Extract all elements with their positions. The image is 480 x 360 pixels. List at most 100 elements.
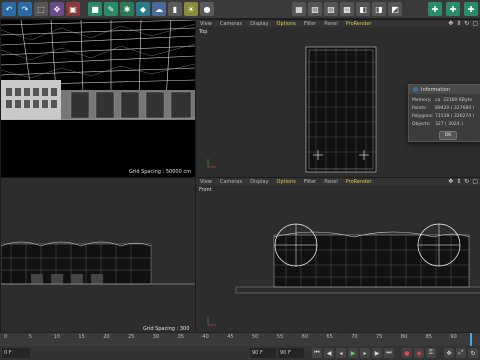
menu-options[interactable]: Options	[277, 179, 296, 185]
timeline-tick: 50	[252, 334, 259, 340]
keyframe-selection-icon[interactable]: ⚿	[426, 348, 436, 358]
layout-icon-1[interactable]: ▦	[292, 2, 306, 16]
timeline-tick: 25	[128, 334, 135, 340]
menu-cameras[interactable]: Cameras	[220, 179, 242, 185]
timeline-tick: 0	[4, 334, 8, 340]
environment-icon[interactable]: ☁	[152, 2, 166, 16]
position-key-icon[interactable]: ✥	[444, 348, 454, 358]
ok-button[interactable]: OK	[439, 131, 457, 140]
memory-value: ca. 22160 KByte	[435, 98, 473, 103]
menu-panel[interactable]: Panel	[324, 21, 338, 27]
pen-icon[interactable]: ✎	[104, 2, 118, 16]
deformer-icon[interactable]: ◆	[136, 2, 150, 16]
viewport-menu: View Cameras Display Options Filter Pane…	[196, 178, 480, 185]
timeline-tick: 45	[227, 334, 234, 340]
grid-spacing-label: Grid Spacing : 50000 cm	[129, 169, 191, 175]
next-frame-icon[interactable]: ▸	[360, 348, 370, 358]
zoom-icon[interactable]: ⇕	[456, 20, 461, 27]
hangar-front-elevation	[207, 223, 480, 326]
menu-display[interactable]: Display	[250, 179, 268, 185]
axis-icon[interactable]: ✚	[464, 2, 478, 16]
move-icon[interactable]: ✥	[50, 2, 64, 16]
timeline-tick: 65	[326, 334, 333, 340]
cube-icon[interactable]: ■	[88, 2, 102, 16]
layout-icon-2[interactable]: ▧	[308, 2, 322, 16]
layout-icon-4[interactable]: ▩	[340, 2, 354, 16]
camera-icon[interactable]: ▮	[168, 2, 182, 16]
objects-value: 327 ( 3024 )	[435, 122, 463, 127]
end-frame-field[interactable]: 90 F	[250, 348, 276, 358]
timeline-tick: 80	[400, 334, 408, 340]
main-toolbar: ↶ ↷ ⬚ ✥ ▣ ■ ✎ ✱ ◆ ☁ ▮ ☀ ● ▦ ▧ ▨ ▩ ◧ ◨ ◩ …	[0, 0, 480, 19]
pan-icon[interactable]: ✥	[448, 178, 453, 185]
generator-icon[interactable]: ✱	[120, 2, 134, 16]
objects-label: Objects:	[412, 122, 431, 127]
scale-icon[interactable]: ▣	[66, 2, 80, 16]
menu-filter[interactable]: Filter	[304, 179, 316, 185]
timeline-tick: 90	[450, 334, 457, 340]
layout-icon-3[interactable]: ▨	[324, 2, 338, 16]
menu-options[interactable]: Options	[277, 21, 296, 27]
play-icon[interactable]: ▶	[348, 348, 358, 358]
timeline-ruler[interactable]: 0 5 10 15 20 25 30 35 40 45 50 55 60 65 70 75 80 85 90	[0, 332, 480, 347]
dialog-titlebar[interactable]: Information	[409, 85, 480, 94]
rotate-icon[interactable]: ↻	[464, 20, 469, 27]
timeline-tick: 55	[276, 334, 284, 340]
maximize-icon[interactable]: ▢	[472, 178, 478, 185]
start-frame-field[interactable]: 0 F	[2, 348, 30, 358]
information-dialog: Information Memory: ca. 22160 KByte Poin…	[408, 84, 480, 142]
select-icon[interactable]: ⬚	[34, 2, 48, 16]
layout-icon-5[interactable]: ◧	[356, 2, 370, 16]
layout-icon-6[interactable]: ◨	[372, 2, 386, 16]
redo-icon[interactable]: ↷	[18, 2, 32, 16]
go-to-end-icon[interactable]: ⏭	[384, 348, 394, 358]
maximize-icon[interactable]: ▢	[472, 20, 478, 27]
timeline-tick: 5	[28, 334, 32, 340]
next-key-icon[interactable]: ▶	[372, 348, 382, 358]
timeline-tick: 35	[177, 334, 184, 340]
rotation-key-icon[interactable]: ↻	[468, 348, 478, 358]
undo-icon[interactable]: ↶	[2, 2, 16, 16]
snap-icon[interactable]: ✚	[428, 2, 442, 16]
viewport-front[interactable]: View Cameras Display Options Filter Pane…	[195, 177, 480, 334]
menu-display[interactable]: Display	[250, 21, 268, 27]
viewport-right[interactable]: Grid Spacing : 300 cm	[0, 177, 196, 334]
timeline-tick: 10	[53, 334, 60, 340]
timeline-tick: 85	[425, 334, 432, 340]
menu-prorender[interactable]: ProRender	[346, 21, 372, 27]
menu-view[interactable]: View	[200, 21, 212, 27]
go-to-start-icon[interactable]: ⏮	[312, 348, 322, 358]
timeline-tick: 15	[78, 334, 85, 340]
light-icon[interactable]: ☀	[184, 2, 198, 16]
timeline-tick: 40	[202, 334, 209, 340]
menu-view[interactable]: View	[200, 179, 212, 185]
menu-filter[interactable]: Filter	[304, 21, 316, 27]
hangar-side-elevation	[1, 241, 195, 285]
previous-key-icon[interactable]: ◀	[324, 348, 334, 358]
points-value: 89420 ( 327684 )	[435, 106, 475, 111]
dialog-title: Information	[421, 86, 450, 93]
bulb-icon[interactable]: ●	[200, 2, 214, 16]
record-icon[interactable]: ●	[402, 348, 412, 358]
polygons-label: Polygons:	[412, 114, 434, 119]
cinema4d-logo-icon	[413, 87, 418, 92]
memory-label: Memory:	[412, 98, 432, 103]
current-frame-field[interactable]: 90 F	[278, 348, 304, 358]
hangar-interior-render	[1, 20, 195, 177]
timeline-tick: 20	[103, 334, 110, 340]
viewport-perspective[interactable]: Grid Spacing : 50000 cm	[0, 19, 196, 178]
menu-cameras[interactable]: Cameras	[220, 21, 242, 27]
menu-prorender[interactable]: ProRender	[346, 179, 372, 185]
previous-frame-icon[interactable]: ◂	[336, 348, 346, 358]
zoom-icon[interactable]: ⇕	[456, 178, 461, 185]
polygons-value: 71538 ( 326274 )	[435, 114, 475, 119]
autokey-icon[interactable]: ◉	[414, 348, 424, 358]
timeline-tick: 60	[301, 334, 308, 340]
rotate-icon[interactable]: ↻	[464, 178, 469, 185]
layout-icon-7[interactable]: ◩	[388, 2, 402, 16]
menu-panel[interactable]: Panel	[324, 179, 338, 185]
scale-key-icon[interactable]: ⤢	[456, 348, 466, 358]
pan-icon[interactable]: ✥	[448, 20, 453, 27]
playhead[interactable]	[470, 333, 472, 347]
workplane-icon[interactable]: ✚	[446, 2, 460, 16]
